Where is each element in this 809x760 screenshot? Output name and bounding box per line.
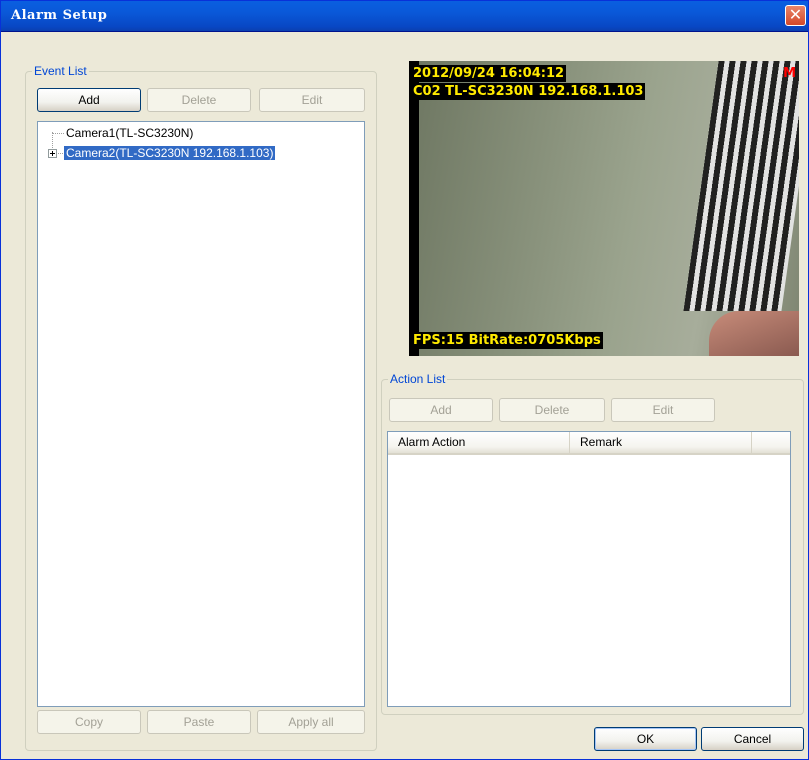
action-delete-button[interactable]: Delete: [499, 398, 605, 422]
action-table-header: Alarm Action Remark: [388, 432, 790, 455]
close-button[interactable]: ✕: [785, 5, 806, 26]
event-add-button[interactable]: Add: [37, 88, 141, 112]
motion-indicator: M: [783, 66, 796, 81]
action-list-label: Action List: [388, 372, 448, 386]
osd-timestamp: 2012/09/24 16:04:12: [411, 65, 567, 82]
action-add-button[interactable]: Add: [389, 398, 493, 422]
alarm-setup-window: Alarm Setup ✕ Event List Add Delete Edit…: [0, 0, 809, 760]
tree-item-camera1[interactable]: Camera1(TL-SC3230N): [66, 125, 193, 141]
tree-item-camera2[interactable]: Camera2(TL-SC3230N 192.168.1.103): [64, 145, 276, 161]
tree-item-label: Camera2(TL-SC3230N 192.168.1.103): [64, 146, 276, 160]
video-object: [709, 311, 799, 356]
close-icon: ✕: [788, 5, 803, 24]
cancel-button[interactable]: Cancel: [701, 727, 804, 751]
apply-all-button[interactable]: Apply all: [257, 710, 365, 734]
title-bar[interactable]: Alarm Setup ✕: [1, 1, 808, 32]
event-list-label: Event List: [32, 64, 89, 78]
osd-stats: FPS:15 BitRate:0705Kbps: [411, 332, 603, 349]
action-edit-button[interactable]: Edit: [611, 398, 715, 422]
column-header-alarm-action[interactable]: Alarm Action: [388, 432, 570, 453]
event-tree[interactable]: Camera1(TL-SC3230N) Camera2(TL-SC3230N 1…: [37, 121, 365, 707]
action-table[interactable]: Alarm Action Remark: [387, 431, 791, 707]
copy-button[interactable]: Copy: [37, 710, 141, 734]
event-edit-button[interactable]: Edit: [259, 88, 365, 112]
expand-plus-icon[interactable]: [48, 149, 57, 158]
event-delete-button[interactable]: Delete: [147, 88, 251, 112]
window-title: Alarm Setup: [11, 8, 108, 23]
video-preview[interactable]: 2012/09/24 16:04:12 C02 TL-SC3230N 192.1…: [409, 61, 799, 356]
tree-connector: [52, 133, 64, 134]
osd-camera-info: C02 TL-SC3230N 192.168.1.103: [411, 83, 646, 100]
ok-button[interactable]: OK: [594, 727, 697, 751]
paste-button[interactable]: Paste: [147, 710, 251, 734]
column-header-remark[interactable]: Remark: [570, 432, 752, 453]
tree-item-label: Camera1(TL-SC3230N): [66, 126, 194, 140]
